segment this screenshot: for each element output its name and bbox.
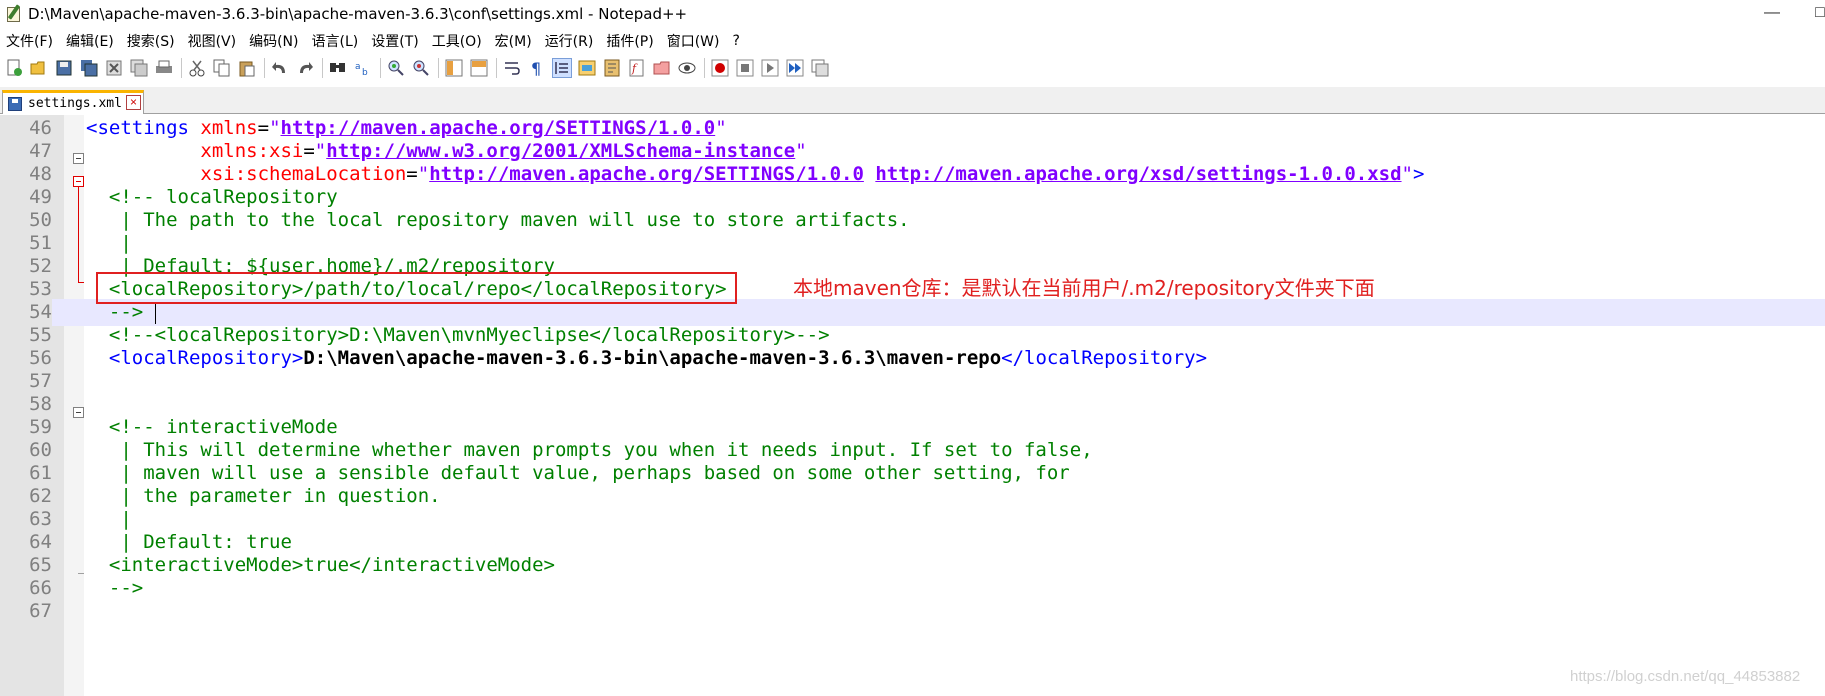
copy-icon[interactable] xyxy=(212,58,232,78)
code-line-67: 67 xyxy=(0,598,1825,625)
menu-encoding[interactable]: 编码(N) xyxy=(249,31,298,51)
menu-run[interactable]: 运行(R) xyxy=(545,31,594,51)
minimize-button[interactable]: — xyxy=(1752,2,1792,24)
notepad-plus-plus-icon xyxy=(6,4,22,23)
svg-text:a: a xyxy=(355,62,361,72)
close-all-icon[interactable] xyxy=(129,58,149,78)
udl-icon[interactable] xyxy=(577,58,597,78)
record-macro-icon[interactable] xyxy=(710,58,730,78)
new-file-icon[interactable] xyxy=(4,58,24,78)
cut-icon[interactable] xyxy=(187,58,207,78)
menu-macro[interactable]: 宏(M) xyxy=(495,31,532,51)
play-macro-icon[interactable] xyxy=(760,58,780,78)
zoom-in-icon[interactable] xyxy=(386,58,406,78)
title-bar: D:\Maven\apache-maven-3.6.3-bin\apache-m… xyxy=(0,0,1825,28)
saved-file-icon xyxy=(8,96,22,111)
menu-file[interactable]: 文件(F) xyxy=(6,31,53,51)
menu-window[interactable]: 窗口(W) xyxy=(667,31,720,51)
menu-help[interactable]: ? xyxy=(733,33,740,49)
menu-edit[interactable]: 编辑(E) xyxy=(66,31,114,51)
highlight-box xyxy=(96,272,737,304)
code-editor[interactable]: 46 <settings xmlns="http://maven.apache.… xyxy=(0,115,1825,696)
print-icon[interactable] xyxy=(154,58,174,78)
word-wrap-icon[interactable] xyxy=(502,58,522,78)
paste-icon[interactable] xyxy=(237,58,257,78)
svg-text:¶: ¶ xyxy=(531,59,541,77)
doc-map-icon[interactable] xyxy=(602,58,622,78)
annotation-text: 本地maven仓库：是默认在当前用户/.m2/repository文件夹下面 xyxy=(793,276,1375,300)
stop-record-icon[interactable] xyxy=(735,58,755,78)
line-number: 67 xyxy=(29,600,52,622)
run-macro-multiple-icon[interactable] xyxy=(785,58,805,78)
url-link[interactable]: http://maven.apache.org/SETTINGS/1.0.0 xyxy=(281,117,716,139)
menu-bar: 文件(F) 编辑(E) 搜索(S) 视图(V) 编码(N) 语言(L) 设置(T… xyxy=(0,30,1825,52)
save-all-icon[interactable] xyxy=(79,58,99,78)
folder-workspace-icon[interactable] xyxy=(652,58,672,78)
zoom-out-icon[interactable] xyxy=(411,58,431,78)
open-file-icon[interactable] xyxy=(29,58,49,78)
tab-bar: settings.xml × xyxy=(0,87,1825,114)
url-link[interactable]: http://maven.apache.org/xsd/settings-1.0… xyxy=(875,163,1401,185)
tab-close-button[interactable]: × xyxy=(126,95,141,110)
find-icon[interactable] xyxy=(328,58,348,78)
text-caret xyxy=(155,302,156,324)
tab-settings-xml[interactable]: settings.xml × xyxy=(2,90,144,114)
menu-settings[interactable]: 设置(T) xyxy=(371,31,418,51)
url-link[interactable]: http://maven.apache.org/SETTINGS/1.0.0 xyxy=(429,163,864,185)
window-title: D:\Maven\apache-maven-3.6.3-bin\apache-m… xyxy=(28,5,688,23)
tab-label: settings.xml xyxy=(28,96,122,111)
svg-text:b: b xyxy=(362,68,368,77)
sync-vertical-icon[interactable] xyxy=(444,58,464,78)
monitor-icon[interactable] xyxy=(677,58,697,78)
sync-horizontal-icon[interactable] xyxy=(469,58,489,78)
watermark: https://blog.csdn.net/qq_44853882 xyxy=(1570,668,1801,685)
menu-view[interactable]: 视图(V) xyxy=(188,31,237,51)
menu-tools[interactable]: 工具(O) xyxy=(432,31,482,51)
save-icon[interactable] xyxy=(54,58,74,78)
redo-icon[interactable] xyxy=(295,58,315,78)
maximize-button[interactable]: □ xyxy=(1800,2,1825,24)
function-list-icon[interactable]: f xyxy=(627,58,647,78)
replace-icon[interactable]: ab xyxy=(353,58,373,78)
toolbar: ab ¶ f xyxy=(0,54,1825,82)
indent-guide-icon[interactable] xyxy=(552,58,572,78)
menu-search[interactable]: 搜索(S) xyxy=(127,31,175,51)
url-link[interactable]: http://www.w3.org/2001/XMLSchema-instanc… xyxy=(326,140,795,162)
close-icon[interactable] xyxy=(104,58,124,78)
menu-plugins[interactable]: 插件(P) xyxy=(606,31,653,51)
save-macro-icon[interactable] xyxy=(810,58,830,78)
menu-language[interactable]: 语言(L) xyxy=(312,31,359,51)
show-all-chars-icon[interactable]: ¶ xyxy=(527,58,547,78)
undo-icon[interactable] xyxy=(270,58,290,78)
